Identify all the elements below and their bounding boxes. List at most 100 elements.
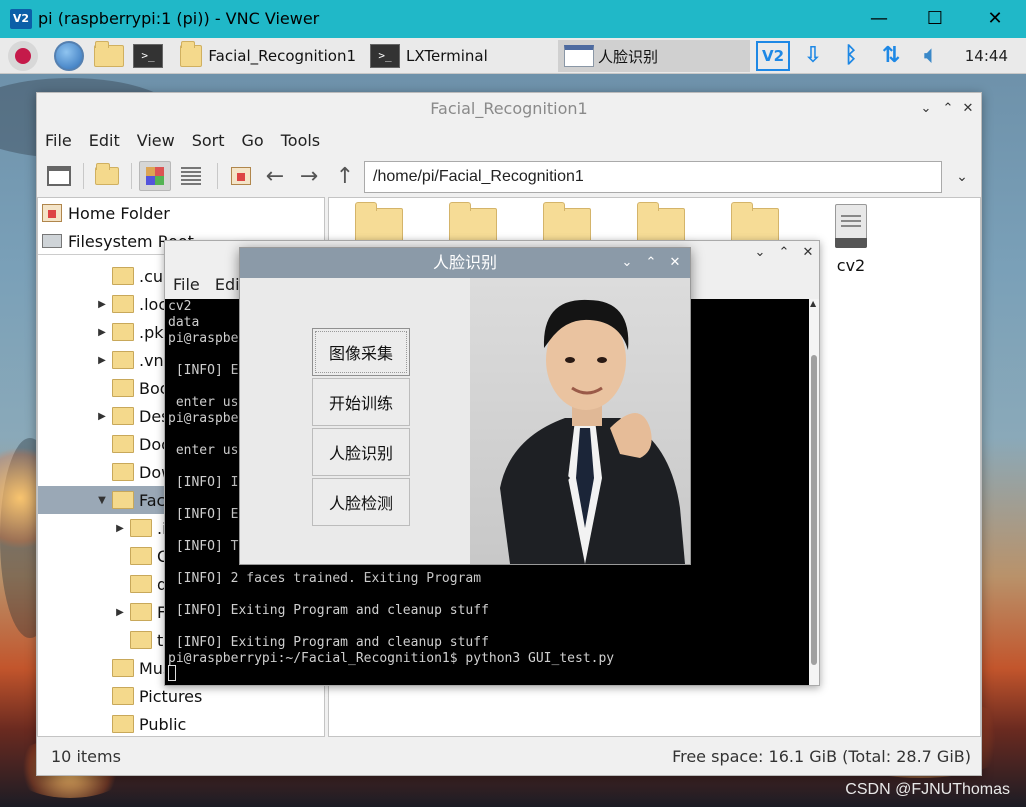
folder-icon xyxy=(112,379,134,397)
statusbar: 10 items Free space: 16.1 GiB (Total: 28… xyxy=(37,739,981,775)
minimize-icon[interactable]: ⌄ xyxy=(616,248,638,278)
face-recognition-window: 人脸识别 ⌄ ⌃ ✕ 图像采集 开始训练 人脸识别 人脸检测 xyxy=(239,247,691,565)
collapsed-arrow-icon[interactable]: ▶ xyxy=(114,607,126,618)
tree-item-label: .loc xyxy=(139,294,168,314)
menu-go[interactable]: Go xyxy=(242,131,264,150)
start-training-button[interactable]: 开始训练 xyxy=(312,378,410,426)
new-folder-icon[interactable] xyxy=(91,161,123,191)
folder-icon xyxy=(112,407,134,425)
network-icon[interactable]: ⇅ xyxy=(874,41,908,71)
menu-edit[interactable]: Edit xyxy=(89,131,120,150)
folder-icon xyxy=(180,41,203,67)
place-label: Home Folder xyxy=(68,203,170,223)
file-icon[interactable] xyxy=(835,204,867,248)
close-button[interactable]: ✕ xyxy=(972,6,1018,32)
terminal-line: [INFO] I xyxy=(168,475,239,490)
free-space: Free space: 16.1 GiB (Total: 28.7 GiB) xyxy=(672,747,971,766)
menu-file[interactable]: File xyxy=(45,131,72,150)
file-manager-launcher[interactable] xyxy=(94,40,124,72)
folder-item[interactable] xyxy=(637,202,685,244)
terminal-line: pi@raspberrypi:~/Facial_Recognition1$ py… xyxy=(168,651,615,666)
tree-item[interactable]: Public xyxy=(38,710,324,736)
task-label: 人脸识别 xyxy=(598,47,659,66)
browser-launcher[interactable] xyxy=(54,40,84,72)
file-manager-titlebar[interactable]: Facial_Recognition1 ⌄ ⌃ ✕ xyxy=(37,93,981,125)
capture-images-button[interactable]: 图像采集 xyxy=(312,328,410,376)
terminal-cursor xyxy=(168,665,176,681)
window-icon xyxy=(564,45,594,67)
terminal-line: enter us xyxy=(168,395,239,410)
close-icon[interactable]: ✕ xyxy=(957,93,979,125)
folder-item[interactable] xyxy=(449,202,497,244)
scroll-up-icon[interactable]: ▲ xyxy=(810,299,816,308)
back-arrow-icon[interactable]: ← xyxy=(259,161,291,191)
maximize-icon[interactable]: ⌃ xyxy=(773,245,795,260)
terminal-launcher[interactable]: >_ xyxy=(133,40,163,72)
close-icon[interactable]: ✕ xyxy=(664,248,686,278)
collapsed-arrow-icon[interactable]: ▶ xyxy=(96,327,108,338)
terminal-line: pi@raspbe xyxy=(168,411,239,426)
terminal-line: [INFO] Exiting Program and cleanup stuff xyxy=(168,603,489,618)
scrollbar-thumb[interactable] xyxy=(811,355,817,665)
task-lxterminal[interactable]: >_ LXTerminal xyxy=(366,40,556,72)
folder-icon xyxy=(130,603,152,621)
menu-file[interactable]: File xyxy=(173,275,200,294)
home-icon[interactable] xyxy=(225,161,257,191)
menu-tools[interactable]: Tools xyxy=(281,131,320,150)
place-home-folder[interactable]: Home Folder xyxy=(42,200,170,226)
minimize-button[interactable]: — xyxy=(856,6,902,32)
maximize-button[interactable]: ☐ xyxy=(912,6,958,32)
task-face-recognition[interactable]: 人脸识别 xyxy=(558,40,750,72)
icon-view-icon[interactable] xyxy=(139,161,171,191)
collapsed-arrow-icon[interactable]: ▶ xyxy=(96,411,108,422)
collapsed-arrow-icon[interactable]: ▶ xyxy=(96,355,108,366)
folder-icon xyxy=(112,715,134,733)
bluetooth-icon[interactable]: ᛒ xyxy=(834,41,868,71)
menu-sort[interactable]: Sort xyxy=(192,131,225,150)
tree-item[interactable]: Pictures xyxy=(38,682,324,710)
terminal-line: cv2 xyxy=(168,299,192,314)
folder-icon xyxy=(112,435,134,453)
task-facial-recognition[interactable]: Facial_Recognition1 xyxy=(176,40,356,72)
chevron-down-icon[interactable]: ⌄ xyxy=(949,163,975,191)
scrollbar[interactable]: ▲ xyxy=(809,299,819,685)
folder-item[interactable] xyxy=(543,202,591,244)
item-count: 10 items xyxy=(51,747,121,766)
face-detection-button[interactable]: 人脸检测 xyxy=(312,478,410,526)
menubar: File Edit View Sort Go Tools xyxy=(37,125,981,155)
vnc-titlebar: V2 pi (raspberrypi:1 (pi)) - VNC Viewer … xyxy=(0,0,1026,38)
terminal-line: [INFO] Exiting Program and cleanup stuff xyxy=(168,635,489,650)
maximize-icon[interactable]: ⌃ xyxy=(640,248,662,278)
collapsed-arrow-icon[interactable]: ▶ xyxy=(114,523,126,534)
forward-arrow-icon[interactable]: → xyxy=(293,161,325,191)
download-icon[interactable]: ⇩ xyxy=(796,41,830,71)
minimize-icon[interactable]: ⌄ xyxy=(749,245,771,260)
collapsed-arrow-icon[interactable]: ▶ xyxy=(96,299,108,310)
up-arrow-icon[interactable]: ↑ xyxy=(329,161,361,191)
raspberry-menu-button[interactable] xyxy=(8,40,38,72)
face-recognition-button[interactable]: 人脸识别 xyxy=(312,428,410,476)
folder-icon xyxy=(112,659,134,677)
close-icon[interactable]: ✕ xyxy=(797,245,819,260)
clock[interactable]: 14:44 xyxy=(965,47,1008,65)
folder-icon xyxy=(112,491,134,509)
minimize-icon[interactable]: ⌄ xyxy=(915,93,937,125)
file-label[interactable]: cv2 xyxy=(829,256,873,275)
task-label: Facial_Recognition1 xyxy=(208,47,356,65)
folder-item[interactable] xyxy=(355,202,403,244)
folder-icon xyxy=(112,351,134,369)
face-window-titlebar[interactable]: 人脸识别 ⌄ ⌃ ✕ xyxy=(240,248,690,278)
folder-icon xyxy=(112,295,134,313)
new-window-icon[interactable] xyxy=(43,161,75,191)
vnc-server-icon[interactable]: V2 xyxy=(756,41,790,71)
terminal-line: data xyxy=(168,315,200,330)
list-view-icon[interactable] xyxy=(175,161,207,191)
task-label: LXTerminal xyxy=(406,47,488,65)
folder-item[interactable] xyxy=(731,202,779,244)
menu-view[interactable]: View xyxy=(137,131,175,150)
path-input[interactable]: /home/pi/Facial_Recognition1 xyxy=(364,161,942,193)
expanded-arrow-icon[interactable]: ▼ xyxy=(96,495,108,506)
volume-icon[interactable]: 🔈︎ xyxy=(914,41,948,71)
folder-icon xyxy=(94,41,124,67)
maximize-icon[interactable]: ⌃ xyxy=(937,93,959,125)
